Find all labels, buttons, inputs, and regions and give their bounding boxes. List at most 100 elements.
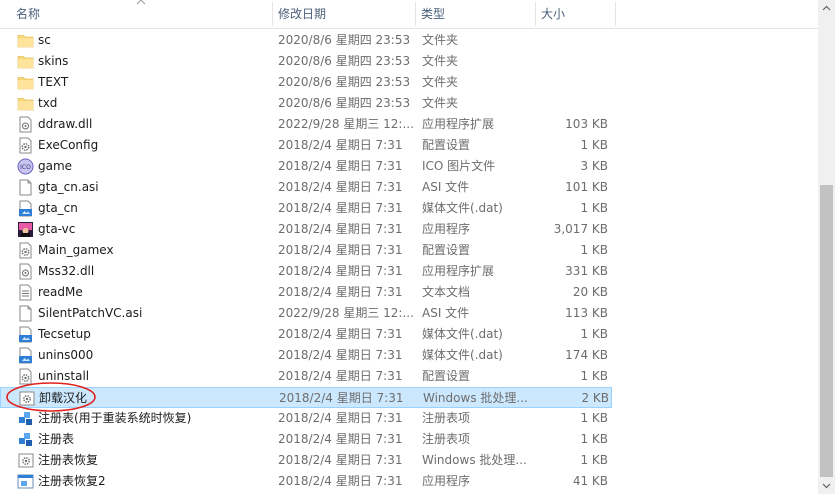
media-file-icon bbox=[19, 200, 32, 217]
file-size: 103 KB bbox=[565, 117, 608, 131]
file-modified: 2018/2/4 星期日 7:31 bbox=[278, 159, 403, 173]
file-name: sc bbox=[38, 33, 51, 47]
file-row[interactable]: Main_gamex 2018/2/4 星期日 7:31 配置设置 1 KB bbox=[0, 240, 612, 261]
config-file-icon bbox=[19, 242, 32, 259]
file-size: 2 KB bbox=[581, 391, 609, 405]
file-size: 1 KB bbox=[580, 432, 608, 446]
scroll-up-arrow-icon[interactable] bbox=[818, 0, 835, 17]
file-type: Windows 批处理... bbox=[423, 391, 528, 405]
file-type: 文件夹 bbox=[422, 75, 459, 89]
file-size bbox=[540, 30, 608, 51]
file-name: TEXT bbox=[38, 75, 69, 89]
file-row[interactable]: skins 2020/8/6 星期四 23:53 文件夹 bbox=[0, 51, 612, 72]
file-row[interactable]: 注册表恢复 2018/2/4 星期日 7:31 Windows 批处理... 1 KB bbox=[0, 450, 612, 471]
file-type: 媒体文件(.dat) bbox=[422, 348, 503, 362]
file-type: Windows 批处理... bbox=[422, 453, 527, 467]
file-type: ICO 图片文件 bbox=[422, 159, 496, 173]
file-modified: 2018/2/4 星期日 7:31 bbox=[278, 327, 403, 341]
file-modified: 2018/2/4 星期日 7:31 bbox=[278, 474, 403, 488]
blank-file-icon bbox=[19, 179, 32, 196]
file-row[interactable]: ICO game 2018/2/4 星期日 7:31 ICO 图片文件 3 KB bbox=[0, 156, 612, 177]
column-divider[interactable] bbox=[615, 2, 616, 26]
file-modified: 2018/2/4 星期日 7:31 bbox=[278, 453, 403, 467]
file-row[interactable]: TEXT 2020/8/6 星期四 23:53 文件夹 bbox=[0, 72, 612, 93]
column-header-type-label: 类型 bbox=[421, 7, 446, 21]
scroll-down-arrow-icon[interactable] bbox=[818, 477, 835, 494]
file-modified: 2018/2/4 星期日 7:31 bbox=[278, 411, 403, 425]
file-name: 注册表 bbox=[38, 432, 75, 446]
file-row[interactable]: 注册表 2018/2/4 星期日 7:31 注册表项 1 KB bbox=[0, 429, 612, 450]
file-size bbox=[540, 93, 608, 114]
file-list: sc 2020/8/6 星期四 23:53 文件夹 skins 2020/8/6 星期四… bbox=[0, 30, 818, 494]
file-row[interactable]: sc 2020/8/6 星期四 23:53 文件夹 bbox=[0, 30, 612, 51]
file-row[interactable]: readMe 2018/2/4 星期日 7:31 文本文档 20 KB bbox=[0, 282, 612, 303]
file-type: 文件夹 bbox=[422, 54, 459, 68]
file-type: 文本文档 bbox=[422, 285, 471, 299]
file-modified: 2020/8/6 星期四 23:53 bbox=[278, 33, 411, 47]
column-header-modified[interactable]: 修改日期 bbox=[272, 0, 415, 28]
scrollbar-thumb[interactable] bbox=[820, 185, 833, 477]
file-size: 1 KB bbox=[580, 327, 608, 341]
file-type: 应用程序扩展 bbox=[422, 264, 495, 278]
file-modified: 2018/2/4 星期日 7:31 bbox=[279, 391, 404, 405]
file-size: 3 KB bbox=[580, 159, 608, 173]
svg-text:ICO: ICO bbox=[20, 164, 31, 171]
file-type: 文件夹 bbox=[422, 33, 459, 47]
file-name: 注册表恢复 bbox=[38, 453, 99, 467]
file-row[interactable]: ddraw.dll 2022/9/28 星期三 12:... 应用程序扩展 103 K… bbox=[0, 114, 612, 135]
file-size: 41 KB bbox=[572, 474, 608, 488]
media-file-icon bbox=[19, 326, 32, 343]
file-row[interactable]: gta_cn.asi 2018/2/4 星期日 7:31 ASI 文件 101 KB bbox=[0, 177, 612, 198]
file-name: txd bbox=[38, 96, 58, 110]
file-row[interactable]: 注册表恢复2 2018/2/4 星期日 7:31 应用程序 41 KB bbox=[0, 471, 612, 492]
file-size bbox=[540, 72, 608, 93]
file-type: 应用程序 bbox=[422, 474, 471, 488]
file-name: ExeConfig bbox=[38, 138, 99, 152]
file-name: Tecsetup bbox=[38, 327, 91, 341]
file-type: 配置设置 bbox=[422, 369, 471, 383]
file-name: game bbox=[38, 159, 73, 173]
column-header-size[interactable]: 大小 bbox=[535, 0, 615, 28]
config-file-icon bbox=[19, 137, 32, 154]
file-modified: 2018/2/4 星期日 7:31 bbox=[278, 180, 403, 194]
file-type: 文件夹 bbox=[422, 96, 459, 110]
file-row[interactable]: gta_cn 2018/2/4 星期日 7:31 媒体文件(.dat) 1 KB bbox=[0, 198, 612, 219]
ico-file-icon: ICO bbox=[17, 158, 34, 175]
file-name: gta-vc bbox=[38, 222, 76, 236]
file-size: 1 KB bbox=[580, 243, 608, 257]
file-size bbox=[540, 51, 608, 72]
file-size: 1 KB bbox=[580, 138, 608, 152]
file-name: Mss32.dll bbox=[38, 264, 95, 278]
dll-file-icon bbox=[19, 116, 32, 133]
column-header-type[interactable]: 类型 bbox=[415, 0, 535, 28]
file-size: 1 KB bbox=[580, 369, 608, 383]
file-row[interactable]: gta-vc 2018/2/4 星期日 7:31 应用程序 3,017 KB bbox=[0, 219, 612, 240]
file-modified: 2018/2/4 星期日 7:31 bbox=[278, 138, 403, 152]
file-row[interactable]: Tecsetup 2018/2/4 星期日 7:31 媒体文件(.dat) 1 KB bbox=[0, 324, 612, 345]
file-size: 1 KB bbox=[580, 453, 608, 467]
file-modified: 2018/2/4 星期日 7:31 bbox=[278, 348, 403, 362]
file-modified: 2018/2/4 星期日 7:31 bbox=[278, 369, 403, 383]
folder-icon bbox=[17, 56, 34, 69]
folder-icon bbox=[17, 77, 34, 90]
file-row[interactable]: Mss32.dll 2018/2/4 星期日 7:31 应用程序扩展 331 KB bbox=[0, 261, 612, 282]
game-exe-icon bbox=[18, 222, 33, 237]
file-name: SilentPatchVC.asi bbox=[38, 306, 143, 320]
file-type: ASI 文件 bbox=[422, 180, 470, 194]
file-modified: 2020/8/6 星期四 23:53 bbox=[278, 75, 411, 89]
file-row[interactable]: txd 2020/8/6 星期四 23:53 文件夹 bbox=[0, 93, 612, 114]
file-row[interactable]: ExeConfig 2018/2/4 星期日 7:31 配置设置 1 KB bbox=[0, 135, 612, 156]
registry-file-icon bbox=[19, 433, 32, 446]
media-file-icon bbox=[19, 347, 32, 364]
file-type: 应用程序扩展 bbox=[422, 117, 495, 131]
file-modified: 2018/2/4 星期日 7:31 bbox=[278, 264, 403, 278]
file-type: ASI 文件 bbox=[422, 306, 470, 320]
batch-file-icon bbox=[18, 453, 34, 468]
vertical-scrollbar[interactable] bbox=[818, 0, 835, 494]
column-header-size-label: 大小 bbox=[541, 7, 566, 21]
file-type: 配置设置 bbox=[422, 138, 471, 152]
file-row[interactable]: SilentPatchVC.asi 2022/9/28 星期三 12:... ASI… bbox=[0, 303, 612, 324]
file-name: ddraw.dll bbox=[38, 117, 93, 131]
file-row[interactable]: unins000 2018/2/4 星期日 7:31 媒体文件(.dat) 174 K… bbox=[0, 345, 612, 366]
file-modified: 2018/2/4 星期日 7:31 bbox=[278, 201, 403, 215]
